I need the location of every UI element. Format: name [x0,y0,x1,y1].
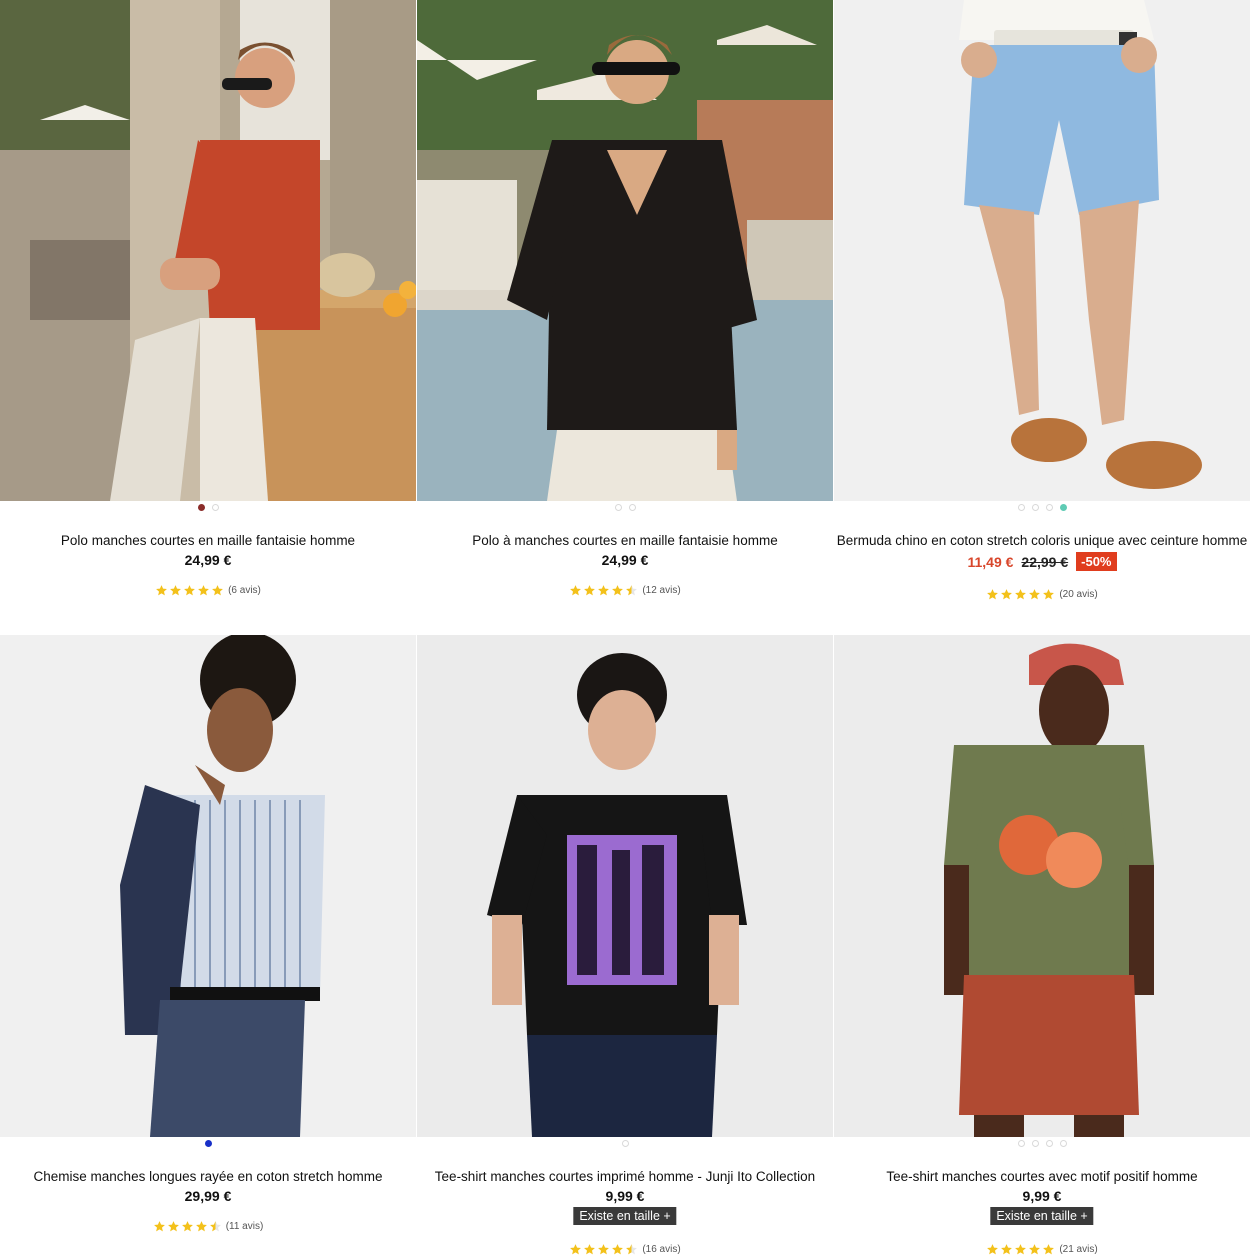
star-icon [612,1244,624,1255]
product-photo-teeshirt-chill [834,635,1250,1137]
color-swatch[interactable] [1017,1140,1025,1147]
star-icon [626,1244,638,1255]
star-icon [167,1221,179,1232]
product-name[interactable]: Tee-shirt manches courtes avec motif pos… [834,1169,1250,1184]
product-rating: (21 avis) [834,1243,1250,1256]
star-icon [170,585,182,596]
rating-stars [155,584,224,597]
product-name[interactable]: Bermuda chino en coton stretch coloris u… [834,533,1250,548]
star-icon [1001,589,1013,600]
star-icon [1001,1244,1013,1255]
product-photo-teeshirt-junji-ito [417,635,833,1137]
star-icon [156,585,168,596]
product-image[interactable] [0,635,416,1137]
star-icon [1029,1244,1041,1255]
color-swatch[interactable] [204,1140,212,1147]
star-icon [181,1221,193,1232]
color-swatch[interactable] [1031,504,1039,511]
product-name[interactable]: Polo manches courtes en maille fantaisie… [0,533,416,548]
color-swatches [417,504,833,511]
product-name[interactable]: Tee-shirt manches courtes imprimé homme … [417,1169,833,1184]
star-icon [153,1221,165,1232]
product-photo-chemise [0,635,416,1137]
color-swatch[interactable] [628,504,636,511]
star-icon [1043,589,1055,600]
star-icon [598,1244,610,1255]
star-icon [212,585,224,596]
sale-price: 11,49 € [967,553,1014,570]
original-price: 22,99 € [1021,553,1069,570]
rating-stars [569,584,638,597]
product-price: 24,99 € [601,552,649,568]
color-swatches [417,1140,833,1147]
product-rating: (11 avis) [0,1220,416,1233]
star-icon [570,585,582,596]
size-badge[interactable]: Existe en taille + [573,1207,677,1225]
rating-stars [153,1220,222,1233]
star-icon [570,1244,582,1255]
review-count[interactable]: (11 avis) [226,1221,264,1232]
star-icon [987,589,999,600]
star-icon [598,585,610,596]
product-grid: Polo manches courtes en maille fantaisie… [0,0,1250,1257]
product-image[interactable] [834,635,1250,1137]
star-icon [626,585,638,596]
color-swatches [0,1140,416,1147]
star-icon [1015,589,1027,600]
review-count[interactable]: (20 avis) [1059,589,1097,600]
product-photo-polo-orange [0,0,416,501]
star-icon [1029,589,1041,600]
product-image[interactable] [834,0,1250,501]
product-rating: (6 avis) [0,584,416,597]
review-count[interactable]: (12 avis) [642,585,680,596]
star-icon [987,1244,999,1255]
size-badge[interactable]: Existe en taille + [990,1207,1094,1225]
review-count[interactable]: (21 avis) [1059,1244,1097,1255]
review-count[interactable]: (16 avis) [642,1244,680,1255]
product-rating: (12 avis) [417,584,833,597]
color-swatches [0,504,416,511]
star-icon [584,1244,596,1255]
color-swatch[interactable] [1017,504,1025,511]
color-swatch[interactable] [211,504,219,511]
product-price: 24,99 € [184,552,232,568]
star-icon [198,585,210,596]
product-image[interactable] [417,0,833,501]
color-swatch[interactable] [1059,504,1067,511]
color-swatches [834,1140,1250,1147]
rating-stars [569,1243,638,1256]
color-swatch[interactable] [1031,1140,1039,1147]
color-swatch[interactable] [1045,1140,1053,1147]
rating-stars [986,588,1055,601]
product-price: 11,49 € 22,99 € -50% [834,552,1250,571]
product-photo-polo-black [417,0,833,501]
star-icon [184,585,196,596]
product-name[interactable]: Polo à manches courtes en maille fantais… [417,533,833,548]
product-image[interactable] [0,0,416,501]
product-rating: (16 avis) [417,1243,833,1256]
product-name[interactable]: Chemise manches longues rayée en coton s… [0,1169,416,1184]
product-price: 29,99 € [184,1188,232,1204]
color-swatch[interactable] [621,1140,629,1147]
star-icon [612,585,624,596]
color-swatches [834,504,1250,511]
star-icon [195,1221,207,1232]
color-swatch[interactable] [197,504,205,511]
review-count[interactable]: (6 avis) [228,585,261,596]
color-swatch[interactable] [614,504,622,511]
product-image[interactable] [417,635,833,1137]
star-icon [1015,1244,1027,1255]
star-icon [1043,1244,1055,1255]
star-icon [584,585,596,596]
product-photo-bermuda [834,0,1250,501]
color-swatch[interactable] [1059,1140,1067,1147]
product-price: 9,99 € [1022,1188,1062,1204]
rating-stars [986,1243,1055,1256]
discount-badge: -50% [1076,552,1117,571]
color-swatch[interactable] [1045,504,1053,511]
star-icon [209,1221,221,1232]
product-rating: (20 avis) [834,588,1250,601]
product-price: 9,99 € [605,1188,645,1204]
